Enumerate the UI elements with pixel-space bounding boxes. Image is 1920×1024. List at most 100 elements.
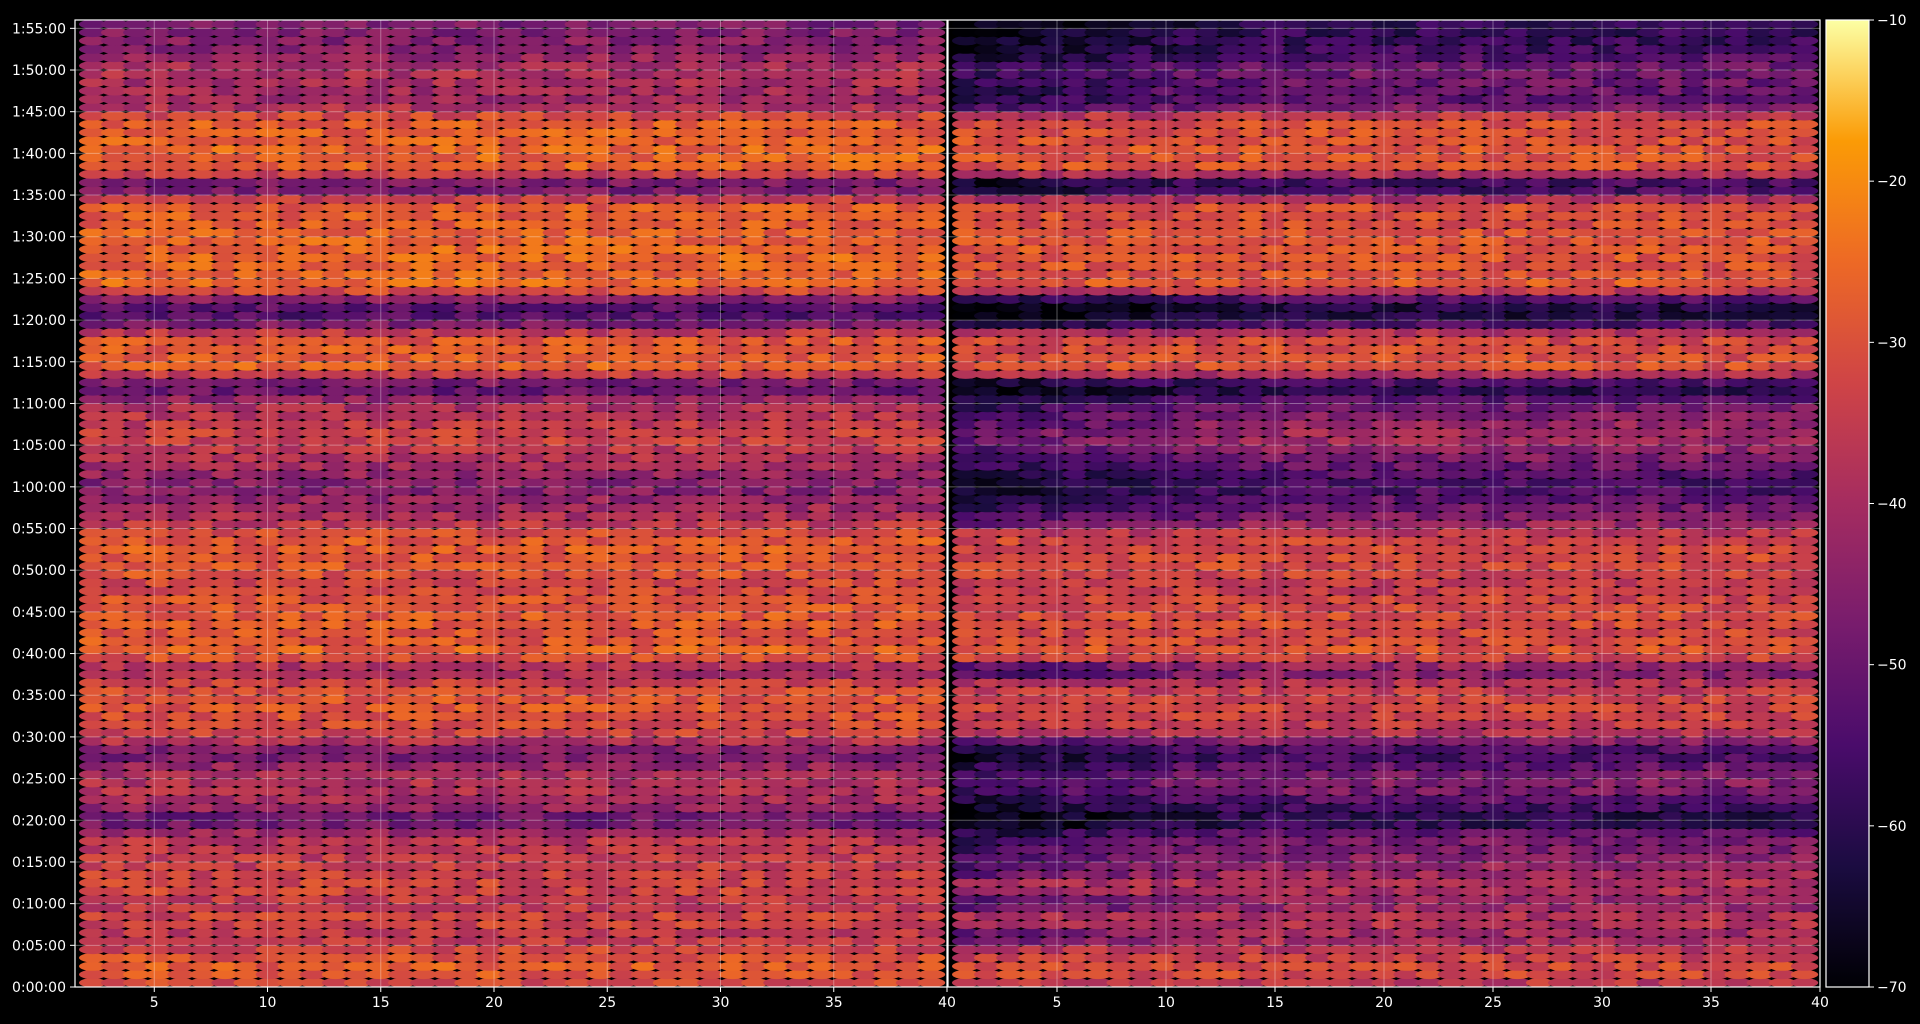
heatmap-cell bbox=[917, 569, 946, 580]
heatmap-cell bbox=[917, 269, 946, 279]
heatmap-cell bbox=[917, 628, 946, 638]
heatmap-cell bbox=[917, 77, 946, 88]
heatmap-cell bbox=[1790, 936, 1819, 946]
heatmap-cell bbox=[917, 894, 946, 905]
heatmap-cell bbox=[917, 94, 946, 104]
heatmap-cell bbox=[917, 836, 946, 846]
heatmap-cell bbox=[917, 111, 946, 121]
heatmap-cell bbox=[917, 611, 946, 621]
heatmap-cell bbox=[1790, 911, 1819, 921]
heatmap-cell bbox=[917, 753, 946, 763]
heatmap-cell bbox=[917, 719, 946, 730]
heatmap-cell bbox=[1790, 928, 1819, 938]
heatmap-cell bbox=[917, 644, 946, 655]
heatmap-cell bbox=[917, 102, 946, 113]
heatmap-cell bbox=[917, 278, 946, 288]
heatmap-cell bbox=[917, 928, 946, 938]
heatmap-cell bbox=[917, 444, 946, 454]
heatmap-cell bbox=[917, 361, 946, 371]
heatmap-cell bbox=[917, 236, 946, 246]
heatmap-cell bbox=[917, 52, 946, 63]
heatmap-cell bbox=[917, 394, 946, 404]
heatmap-cell bbox=[917, 286, 946, 296]
heatmap-cell bbox=[917, 844, 946, 855]
heatmap-cell bbox=[917, 978, 946, 987]
heatmap-cell bbox=[917, 728, 946, 738]
heatmap-cell bbox=[917, 528, 946, 538]
heatmap-cell bbox=[917, 519, 946, 529]
heatmap-cell bbox=[917, 553, 946, 563]
heatmap-cell bbox=[917, 419, 946, 429]
heatmap-cell bbox=[1790, 961, 1819, 971]
heatmap-cell bbox=[917, 44, 946, 54]
heatmap-cell bbox=[917, 803, 946, 813]
heatmap-cell bbox=[917, 561, 946, 571]
heatmap-cell bbox=[917, 736, 946, 746]
heatmap-cell bbox=[1790, 978, 1819, 987]
heatmap-cell bbox=[917, 194, 946, 204]
heatmap-cell bbox=[917, 911, 946, 921]
heatmap-cell bbox=[917, 936, 946, 946]
heatmap-cell bbox=[917, 969, 946, 980]
heatmap-cell bbox=[917, 919, 946, 930]
heatmap-cell bbox=[917, 769, 946, 780]
heatmap-cell bbox=[917, 211, 946, 221]
heatmap-cell bbox=[917, 169, 946, 179]
heatmap-cell bbox=[917, 20, 946, 29]
heatmap-cell bbox=[917, 636, 946, 646]
heatmap-cell bbox=[917, 853, 946, 863]
heatmap-cell bbox=[917, 711, 946, 721]
heatmap-cell bbox=[1790, 953, 1819, 963]
heatmap-cell bbox=[917, 244, 946, 254]
heatmap-cell bbox=[917, 886, 946, 896]
heatmap-cell bbox=[917, 486, 946, 496]
heatmap-cell bbox=[917, 511, 946, 521]
heatmap-cell bbox=[917, 953, 946, 963]
heatmap-cell bbox=[917, 544, 946, 554]
heatmap-cell bbox=[917, 461, 946, 471]
heatmap-cell bbox=[917, 594, 946, 605]
heatmap-cell bbox=[1790, 969, 1819, 980]
heatmap-cell bbox=[917, 578, 946, 588]
heatmap-cell bbox=[917, 336, 946, 346]
heatmap-cell bbox=[917, 469, 946, 479]
heatmap-cell bbox=[917, 127, 946, 138]
heatmap-cell bbox=[917, 494, 946, 504]
heatmap-cell bbox=[917, 869, 946, 880]
heatmap-cell bbox=[917, 203, 946, 213]
heatmap-cell bbox=[917, 152, 946, 163]
heatmap-cell bbox=[917, 311, 946, 321]
heatmap-cell bbox=[917, 353, 946, 363]
heatmap-cell bbox=[917, 703, 946, 713]
heatmap-cell bbox=[917, 411, 946, 421]
heatmap-cell bbox=[917, 219, 946, 229]
heatmap-cell bbox=[917, 61, 946, 71]
heatmap-cell bbox=[917, 861, 946, 871]
heatmap-cell bbox=[917, 686, 946, 696]
heatmap-cell bbox=[917, 303, 946, 313]
heatmap-cell bbox=[917, 744, 946, 755]
heatmap-cell bbox=[917, 261, 946, 271]
heatmap-cell bbox=[917, 328, 946, 338]
heatmap-chart: 0:00:000:05:000:10:000:15:000:20:000:25:… bbox=[0, 0, 1920, 1024]
heatmap-cell bbox=[917, 661, 946, 671]
heatmap-cell bbox=[917, 136, 946, 146]
heatmap-cell bbox=[917, 119, 946, 129]
heatmap-cell bbox=[917, 828, 946, 838]
heatmap-cell bbox=[917, 378, 946, 388]
heatmap-cell bbox=[917, 878, 946, 888]
heatmap-cell bbox=[917, 27, 946, 38]
heatmap-cell bbox=[917, 369, 946, 379]
heatmap-cell bbox=[917, 761, 946, 771]
heatmap-cell bbox=[917, 536, 946, 546]
heatmap-cell bbox=[917, 903, 946, 913]
heatmap-cell bbox=[917, 678, 946, 688]
heatmap-cell bbox=[917, 478, 946, 488]
heatmap-cell bbox=[1790, 903, 1819, 913]
heatmap-cell bbox=[917, 961, 946, 971]
heatmap-cell bbox=[917, 811, 946, 821]
heatmap-cell bbox=[917, 403, 946, 413]
heatmap-cell bbox=[917, 319, 946, 329]
heatmap-cell bbox=[917, 653, 946, 663]
heatmap-cell bbox=[917, 786, 946, 796]
